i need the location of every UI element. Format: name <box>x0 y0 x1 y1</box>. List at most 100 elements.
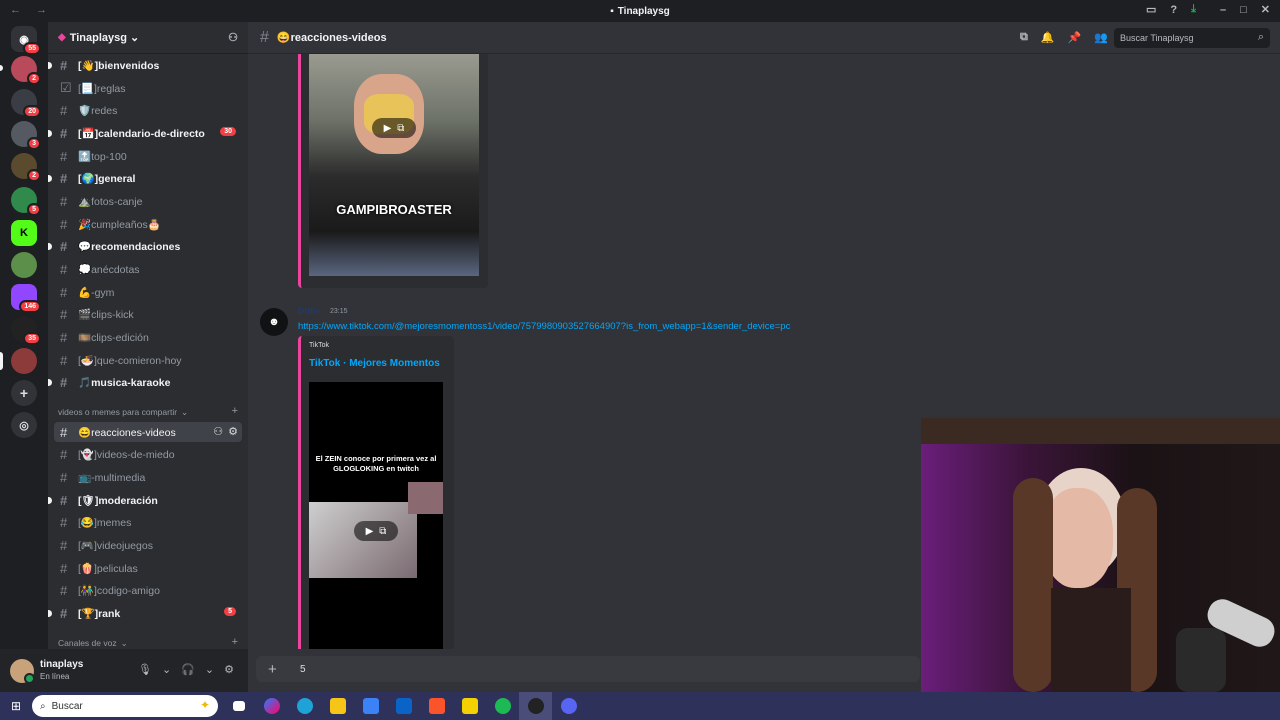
webcam-overlay <box>921 418 1280 692</box>
close-button[interactable]: ✕ <box>1261 3 1270 16</box>
channel-label: [🛡]moderación <box>78 494 158 507</box>
channel-item[interactable]: # [📅]calendario-de-directo 30 <box>48 123 242 143</box>
channel-item[interactable]: # 📺-multimedia <box>54 467 242 487</box>
microphone-icon[interactable]: 🎙 <box>138 663 152 676</box>
copilot-icon[interactable] <box>255 698 288 714</box>
bell-icon[interactable]: 🔔 <box>1041 31 1055 44</box>
channel-item[interactable]: # 💪-gym <box>54 282 242 302</box>
avatar[interactable] <box>10 658 35 684</box>
server-icon[interactable]: 2 <box>11 56 41 85</box>
task-view-icon[interactable] <box>222 701 255 711</box>
category-header[interactable]: videos o memes para compartir ⌄ + <box>58 405 238 419</box>
hash-icon: # <box>260 28 269 46</box>
category-header[interactable]: Canales de voz ⌄ + <box>58 636 238 649</box>
message-author[interactable]: Differ <box>298 306 322 316</box>
download-icon[interactable]: ⤓ <box>1191 3 1196 16</box>
author-avatar[interactable]: ☻ <box>260 308 288 336</box>
server-icon[interactable]: 3 <box>11 121 41 150</box>
channel-item[interactable]: # ⛰️fotos-canje <box>54 191 242 211</box>
guild-header[interactable]: ◆ Tinaplaysg ⌄ ⚇ <box>48 22 248 54</box>
chevron-down-icon: ⌄ <box>129 32 140 44</box>
hash-icon: # <box>60 306 68 322</box>
channel-item[interactable]: # [👫]codigo-amigo <box>54 580 242 600</box>
channel-item[interactable]: # [🌍]general <box>48 168 242 188</box>
home-button[interactable]: ◉ 55 <box>11 26 41 55</box>
channel-item[interactable]: # [🎮]videojuegos <box>54 535 242 555</box>
channel-item[interactable]: # [🏆]rank 5 <box>48 603 242 623</box>
gear-icon[interactable]: ⚙ <box>228 425 238 438</box>
server-icon[interactable] <box>11 252 37 278</box>
minimize-button[interactable]: – <box>1220 4 1226 16</box>
help-icon[interactable]: ? <box>1170 4 1177 16</box>
channel-item[interactable]: # [😂]memes <box>54 512 242 532</box>
play-button[interactable]: ▶ ⧉ <box>354 521 398 541</box>
channel-item[interactable]: # [👋]bienvenidos <box>48 55 242 75</box>
pin-icon[interactable]: 📌 <box>1068 31 1082 44</box>
channel-label: 😄reacciones-videos <box>78 426 176 439</box>
nav-arrows[interactable]: ← → <box>10 4 53 16</box>
add-server-icon[interactable]: + <box>11 380 37 406</box>
obs-icon[interactable] <box>519 692 552 720</box>
add-channel-icon[interactable]: + <box>232 636 238 648</box>
channel-item[interactable]: ☑ [📃]reglas <box>54 78 242 98</box>
server-icon[interactable]: 5 <box>11 187 41 216</box>
guild-boost-icon: ◆ <box>58 32 66 43</box>
video-thumbnail[interactable]: El ZEIN conoce por primera vez al GLOGLO… <box>309 382 443 649</box>
headphones-icon[interactable]: 🎧 <box>181 663 195 676</box>
channel-item[interactable]: # 🎉cumpleaños🎂 <box>54 214 242 234</box>
inbox-icon[interactable]: ▭ <box>1146 3 1156 16</box>
store-icon[interactable] <box>354 698 387 714</box>
hash-icon: # <box>60 57 68 73</box>
channel-item-active[interactable]: # 😄reacciones-videos ⚇ ⚙ <box>54 422 242 442</box>
spotify-icon[interactable] <box>486 698 519 714</box>
kick-server-icon[interactable]: K <box>11 220 37 246</box>
edge-icon[interactable] <box>288 698 321 714</box>
file-explorer-icon[interactable] <box>321 698 354 714</box>
embed-title[interactable]: TikTok · Mejores Momentos <box>309 358 440 369</box>
server-icon[interactable]: 35 <box>11 316 41 345</box>
taskbar-search[interactable]: ⌕ Buscar ✦ <box>32 695 218 717</box>
invite-icon[interactable]: ⚇ <box>213 425 223 438</box>
search-icon: ⌕ <box>40 700 46 712</box>
channel-item[interactable]: # [🛡]moderación <box>48 490 242 510</box>
add-member-icon[interactable]: ⚇ <box>228 31 238 44</box>
attach-plus-icon[interactable]: + <box>268 661 284 678</box>
app-icon: ▪ <box>610 5 614 17</box>
channel-item[interactable]: # [🍿]peliculas <box>54 558 242 578</box>
channel-item[interactable]: # 🎞️clips-edición <box>54 327 242 347</box>
shelf <box>921 418 1280 444</box>
search-input[interactable]: Buscar Tinaplaysg ⌕ <box>1114 28 1270 48</box>
discord-taskbar-icon[interactable] <box>552 698 585 714</box>
threads-icon[interactable]: ⧉ <box>1020 31 1028 44</box>
video-thumbnail[interactable]: ▶ ⧉ GAMPIBROASTER <box>309 54 479 276</box>
discover-icon[interactable]: ◎ <box>11 412 37 438</box>
play-button[interactable]: ▶ ⧉ <box>372 118 416 138</box>
message-composer[interactable]: + 5 <box>256 656 920 682</box>
sticky-notes-icon[interactable] <box>453 698 486 714</box>
channel-item[interactable]: # [🍜]que-comieron-hoy <box>54 350 242 370</box>
channel-item[interactable]: # [👻]videos-de-miedo <box>54 444 242 464</box>
members-icon[interactable]: 👥 <box>1094 31 1108 44</box>
windows-start-icon[interactable]: ⊞ <box>0 699 32 713</box>
channel-item[interactable]: # 🛡️redes <box>54 100 242 120</box>
channel-item[interactable]: # 🔝top-100 <box>54 146 242 166</box>
server-icon[interactable]: 20 <box>11 89 41 118</box>
channel-label: [📅]calendario-de-directo <box>78 127 205 140</box>
channel-item[interactable]: # 💭anécdotas <box>54 259 242 279</box>
gear-icon[interactable]: ⚙ <box>224 663 234 676</box>
hair <box>1013 478 1053 692</box>
channel-item[interactable]: # 🎬clips-kick <box>54 304 242 324</box>
hash-icon: # <box>60 148 68 164</box>
message-link[interactable]: https://www.tiktok.com/@mejoresmomentoss… <box>298 321 790 332</box>
add-channel-icon[interactable]: + <box>232 405 238 417</box>
server-icon[interactable]: 2 <box>11 153 41 182</box>
chevron-down-icon[interactable]: ⌄ <box>205 663 214 676</box>
channel-item[interactable]: # 🎵musica-karaoke <box>48 372 242 392</box>
maximize-button[interactable]: □ <box>1240 4 1247 16</box>
tinaplaysg-server-icon[interactable] <box>11 348 37 374</box>
brave-icon[interactable] <box>420 698 453 714</box>
twitch-server-icon[interactable]: 146 <box>11 284 41 313</box>
chevron-down-icon[interactable]: ⌄ <box>162 663 171 676</box>
channel-item[interactable]: # 💬recomendaciones <box>48 236 242 256</box>
outlook-icon[interactable] <box>387 698 420 714</box>
